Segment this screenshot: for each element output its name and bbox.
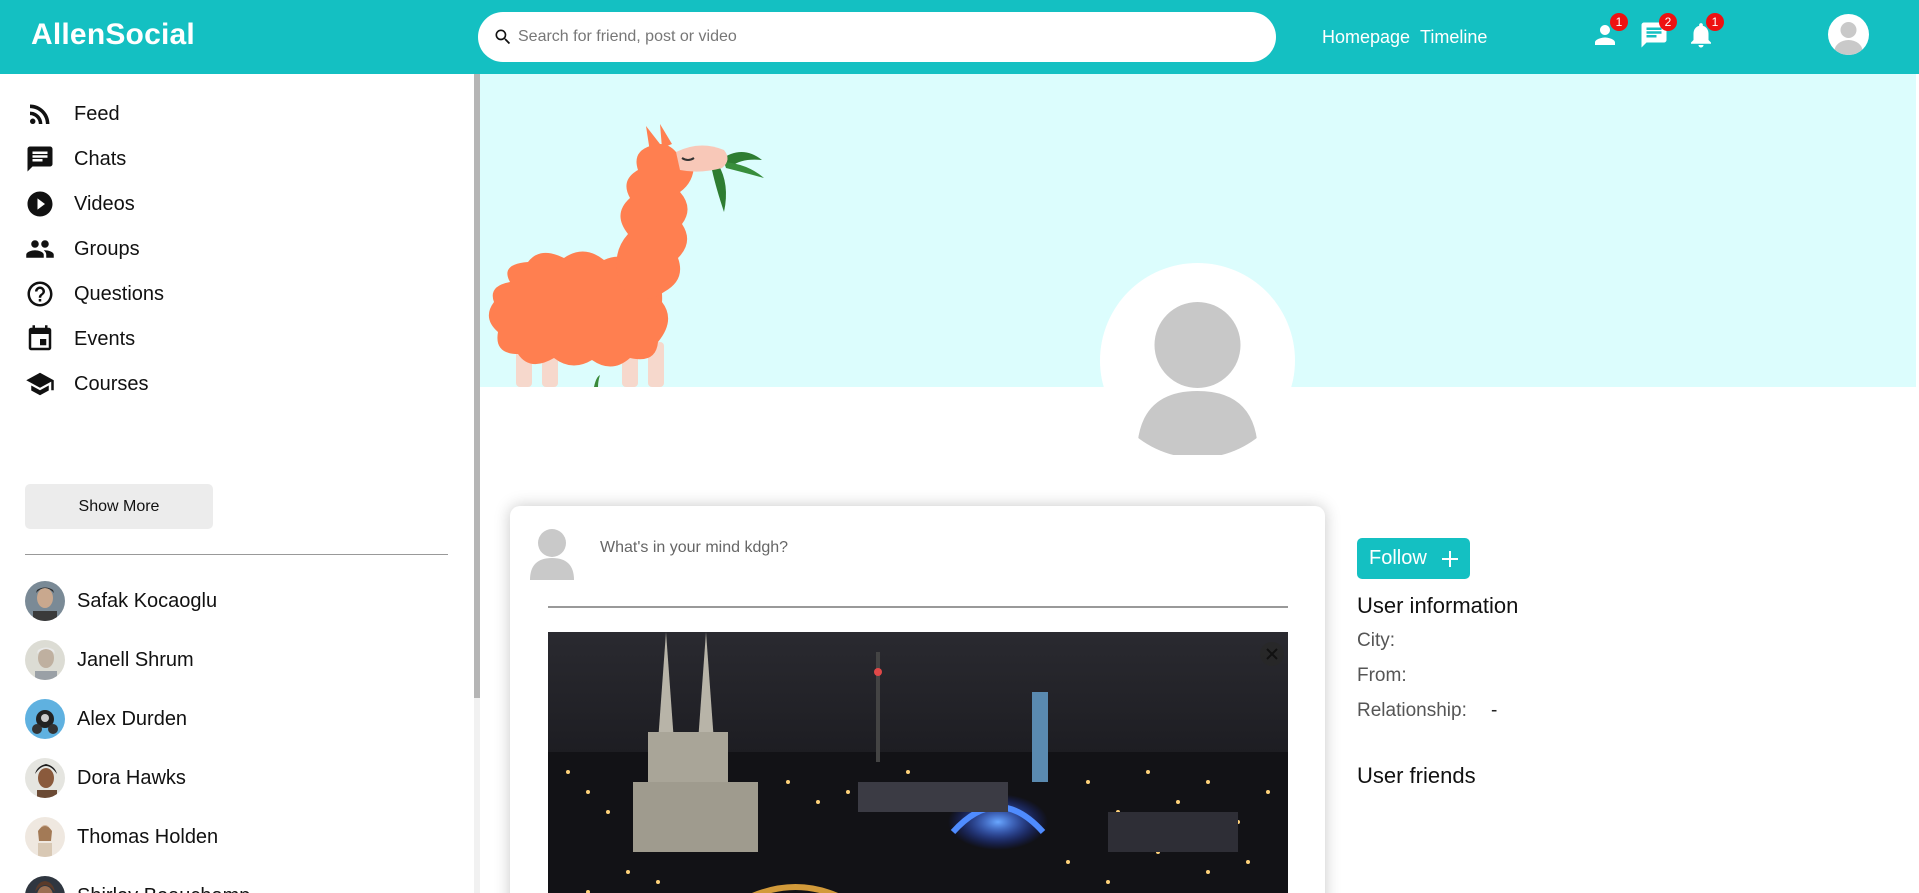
app-logo[interactable]: AllenSocial	[31, 18, 195, 52]
share-avatar	[530, 529, 574, 580]
sidebar-item-feed[interactable]: Feed	[25, 96, 120, 132]
rss-icon	[30, 104, 50, 124]
sidebar-item-videos[interactable]: Videos	[25, 186, 135, 222]
friend-requests-badge: 1	[1610, 13, 1628, 31]
calendar-icon	[28, 325, 52, 351]
sidebar-item-chats[interactable]: Chats	[25, 141, 126, 177]
friend-name: Janell Shrum	[77, 648, 194, 671]
sidebar-item-courses[interactable]: Courses	[25, 366, 148, 402]
plus-icon	[1442, 551, 1458, 567]
sidebar-item-label: Events	[74, 327, 136, 350]
school-icon	[26, 372, 54, 396]
close-icon	[1266, 648, 1278, 660]
chat-icon	[27, 146, 53, 172]
friend-avatar	[25, 699, 65, 739]
friend-name: Safak Kocaoglu	[77, 589, 218, 612]
friend-list-item[interactable]: Dora Hawks	[25, 758, 186, 798]
user-friends-title: User friends	[1357, 763, 1476, 788]
notifications-badge: 1	[1706, 13, 1724, 31]
share-image-preview	[548, 632, 1288, 893]
share-divider	[548, 606, 1288, 608]
friend-name: Thomas Holden	[77, 825, 219, 848]
friend-avatar	[25, 758, 65, 798]
sidebar-item-label: Questions	[74, 282, 165, 305]
friend-list-item[interactable]: Safak Kocaoglu	[25, 581, 217, 621]
group-icon	[26, 240, 54, 258]
search-input[interactable]	[518, 22, 1258, 52]
grass-icon	[594, 375, 600, 387]
search-icon	[495, 29, 511, 45]
help-circle-icon	[27, 281, 53, 307]
sidebar: Feed Chats Videos Groups Questions Event…	[0, 74, 474, 893]
city-night-image	[548, 632, 1288, 893]
homepage-link[interactable]: Homepage	[1322, 27, 1410, 48]
friend-name: Alex Durden	[77, 707, 188, 730]
friend-list-item[interactable]: Thomas Holden	[25, 817, 218, 857]
default-avatar-icon	[1834, 22, 1863, 55]
messages-badge: 2	[1659, 13, 1677, 31]
info-key: City:	[1357, 630, 1395, 651]
sidebar-item-label: Videos	[74, 192, 135, 215]
friend-list-item[interactable]: Shirley Beauchamp	[25, 876, 250, 893]
share-box	[510, 506, 1325, 893]
profile-picture[interactable]	[1100, 263, 1295, 458]
messages-button[interactable]: 2	[1639, 13, 1677, 50]
remove-image-button[interactable]	[1260, 642, 1284, 666]
user-info-title: User information	[1357, 593, 1519, 618]
friend-name: Dora Hawks	[77, 766, 186, 789]
sidebar-item-questions[interactable]: Questions	[25, 276, 164, 312]
show-more-button[interactable]: Show More	[25, 484, 213, 529]
friend-requests-button[interactable]: 1	[1590, 13, 1628, 50]
friend-list-item[interactable]: Alex Durden	[25, 699, 187, 739]
sidebar-item-label: Feed	[74, 102, 120, 125]
sidebar-item-label: Chats	[74, 147, 127, 170]
friend-avatar	[25, 640, 65, 680]
info-city: City:	[1357, 630, 1395, 652]
notifications-button[interactable]: 1	[1686, 13, 1724, 50]
info-value: -	[1491, 700, 1498, 721]
follow-label: Follow	[1369, 547, 1427, 569]
sidebar-item-groups[interactable]: Groups	[25, 231, 140, 267]
friend-avatar	[25, 581, 65, 621]
sidebar-item-label: Courses	[74, 372, 149, 395]
llama-illustration	[488, 124, 764, 387]
friend-name: Shirley Beauchamp	[77, 885, 250, 893]
share-input[interactable]	[600, 536, 1280, 560]
info-relationship: Relationship: -	[1357, 700, 1497, 722]
friend-avatar	[25, 876, 65, 893]
search-bar[interactable]	[478, 12, 1276, 62]
friend-list-item[interactable]: Janell Shrum	[25, 640, 194, 680]
topbar: AllenSocial Homepage Timeline 1 2 1	[0, 0, 1919, 74]
info-key: From:	[1357, 665, 1407, 686]
friend-avatar	[25, 817, 65, 857]
sidebar-item-label: Groups	[74, 237, 140, 260]
user-avatar[interactable]	[1828, 14, 1869, 55]
profile-main: Follow User information City: From: Rela…	[480, 74, 1916, 893]
default-avatar-icon	[1102, 265, 1293, 456]
timeline-link[interactable]: Timeline	[1420, 27, 1487, 48]
sidebar-item-events[interactable]: Events	[25, 321, 135, 357]
sidebar-divider	[25, 554, 448, 555]
play-circle-icon	[27, 191, 53, 217]
follow-button[interactable]: Follow	[1357, 538, 1470, 579]
info-key: Relationship:	[1357, 700, 1467, 721]
info-from: From:	[1357, 665, 1407, 687]
